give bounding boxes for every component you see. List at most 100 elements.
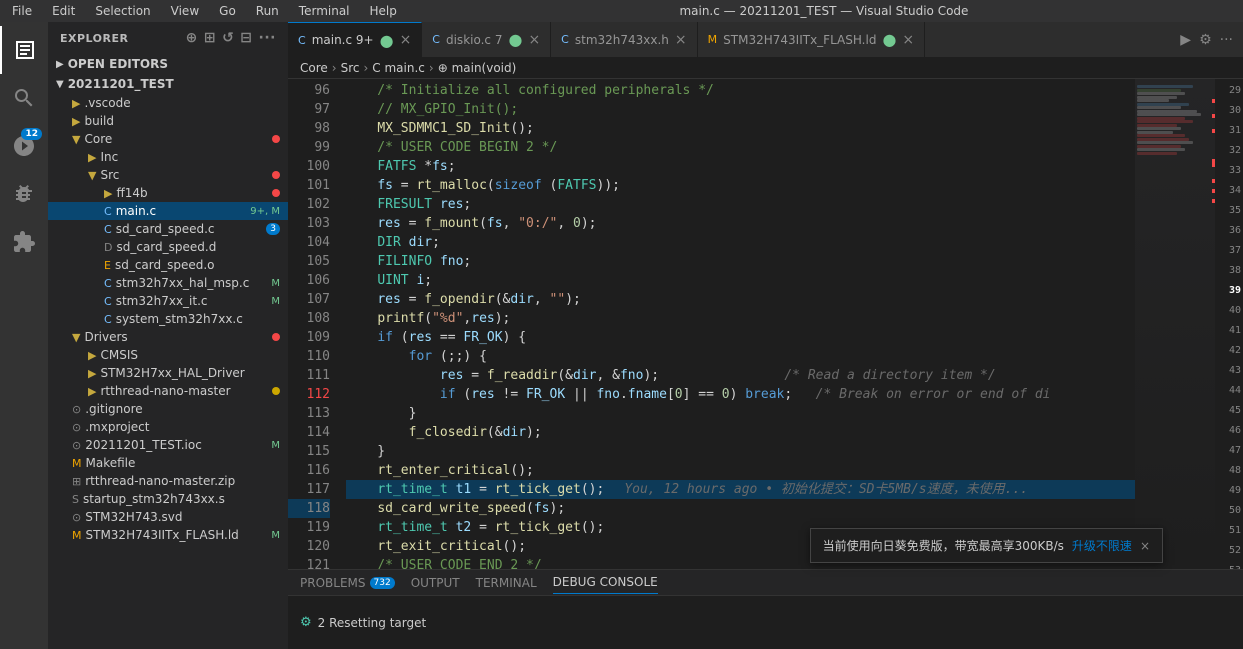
minimap[interactable]: [1135, 79, 1215, 569]
activity-git[interactable]: 12: [0, 122, 48, 170]
sep3: ›: [429, 61, 434, 75]
bottom-panel: PROBLEMS 732 OUTPUT TERMINAL DEBUG CONSO…: [288, 569, 1243, 649]
notification-upgrade[interactable]: 升级不限速: [1072, 537, 1132, 554]
minimap-content: [1135, 79, 1215, 569]
tree-sd-card-speed-o[interactable]: E sd_card_speed.o: [48, 256, 288, 274]
src-dot: [272, 171, 280, 179]
tab-stm32-icon: C: [561, 33, 569, 46]
tab-main-c[interactable]: C main.c 9+ ● ×: [288, 22, 422, 57]
menu-view[interactable]: View: [167, 2, 203, 20]
more-icon[interactable]: ···: [259, 30, 276, 46]
breadcrumb-file[interactable]: C main.c: [372, 61, 425, 75]
sep2: ›: [363, 61, 368, 75]
system-stm32-label: system_stm32h7xx.c: [116, 312, 243, 326]
panel-tab-debug-console[interactable]: DEBUG CONSOLE: [553, 571, 658, 594]
core-label: Core: [84, 132, 112, 146]
rtthread-label: rtthread-nano-master: [100, 384, 230, 398]
tab-flash-label: STM32H743IITx_FLASH.ld: [723, 33, 876, 47]
tree-startup[interactable]: S startup_stm32h743xx.s: [48, 490, 288, 508]
tree-core[interactable]: ▼ Core: [48, 130, 288, 148]
activity-explorer[interactable]: [0, 26, 48, 74]
stm32-it-modified: M: [271, 296, 280, 307]
tab-diskio-close[interactable]: ×: [528, 32, 540, 48]
open-editors-section[interactable]: ▶ OPEN EDITORS: [48, 54, 288, 74]
sd-speed-badge: 3: [266, 223, 280, 235]
tree-ld[interactable]: M STM32H743IITx_FLASH.ld M: [48, 526, 288, 544]
breadcrumb-src[interactable]: Src: [341, 61, 360, 75]
panel-tab-terminal[interactable]: TERMINAL: [476, 572, 537, 594]
panel-tabs: PROBLEMS 732 OUTPUT TERMINAL DEBUG CONSO…: [288, 570, 1243, 596]
tab-diskio-dot: ●: [508, 30, 522, 49]
menu-run[interactable]: Run: [252, 2, 283, 20]
run-icon[interactable]: ▶: [1178, 30, 1193, 50]
src-label: Src: [100, 168, 119, 182]
tab-flash-ld[interactable]: M STM32H743IITx_FLASH.ld ● ×: [698, 22, 925, 57]
tree-src[interactable]: ▼ Src: [48, 166, 288, 184]
activity-search[interactable]: [0, 74, 48, 122]
breadcrumb-symbol[interactable]: ⊕ main(void): [438, 61, 517, 75]
stm32-msp-label: stm32h7xx_hal_msp.c: [116, 276, 250, 290]
right-line-numbers: 29303132 33343536 37383940 41424344 4546…: [1215, 79, 1243, 569]
menu-file[interactable]: File: [8, 2, 36, 20]
inc-label: Inc: [100, 150, 118, 164]
svd-label: STM32H743.svd: [85, 510, 182, 524]
tree-sd-card-speed-c[interactable]: C sd_card_speed.c 3: [48, 220, 288, 238]
tree-build[interactable]: ▶ build: [48, 112, 288, 130]
tree-sd-card-speed-d[interactable]: D sd_card_speed.d: [48, 238, 288, 256]
tab-stm32h743-h[interactable]: C stm32h743xx.h ×: [551, 22, 697, 57]
menu-help[interactable]: Help: [366, 2, 401, 20]
tree-hal-driver[interactable]: ▶ STM32H7xx_HAL_Driver: [48, 364, 288, 382]
sd-speed-o-label: sd_card_speed.o: [115, 258, 215, 272]
debug-icon[interactable]: ⚙: [1197, 30, 1214, 50]
problems-count: 732: [370, 577, 395, 589]
tree-system-stm32[interactable]: C system_stm32h7xx.c: [48, 310, 288, 328]
tree-svd[interactable]: ⊙ STM32H743.svd: [48, 508, 288, 526]
tab-diskio-label: diskio.c 7: [446, 33, 502, 47]
tab-toolbar: ▶ ⚙ ···: [1178, 22, 1243, 57]
more-tabs-icon[interactable]: ···: [1218, 30, 1235, 50]
tree-mxproject[interactable]: ⊙ .mxproject: [48, 418, 288, 436]
rtthread-zip-label: rtthread-nano-master.zip: [85, 474, 235, 488]
tab-main-c-dot: ●: [380, 31, 394, 50]
code-content[interactable]: /* Initialize all configured peripherals…: [338, 79, 1135, 569]
new-folder-icon[interactable]: ⊞: [204, 30, 216, 46]
stm32-msp-modified: M: [271, 278, 280, 289]
menu-selection[interactable]: Selection: [91, 2, 154, 20]
tree-stm32-it[interactable]: C stm32h7xx_it.c M: [48, 292, 288, 310]
drivers-label: Drivers: [84, 330, 127, 344]
tree-rtthread-zip[interactable]: ⊞ rtthread-nano-master.zip: [48, 472, 288, 490]
tree-makefile[interactable]: M Makefile: [48, 454, 288, 472]
tree-ioc[interactable]: ⊙ 20211201_TEST.ioc M: [48, 436, 288, 454]
tab-stm32-close[interactable]: ×: [675, 32, 687, 48]
tab-main-c-icon: C: [298, 34, 306, 47]
breadcrumb-core[interactable]: Core: [300, 61, 328, 75]
collapse-icon[interactable]: ⊟: [240, 30, 252, 46]
ld-modified: M: [271, 530, 280, 541]
tree-inc[interactable]: ▶ Inc: [48, 148, 288, 166]
notification-close[interactable]: ×: [1140, 539, 1150, 553]
main-c-modified: 9+, M: [250, 206, 280, 217]
activity-extensions[interactable]: [0, 218, 48, 266]
project-section[interactable]: ▼ 20211201_TEST: [48, 74, 288, 94]
menu-terminal[interactable]: Terminal: [295, 2, 354, 20]
refresh-icon[interactable]: ↺: [222, 30, 234, 46]
tab-flash-close[interactable]: ×: [902, 32, 914, 48]
tree-vscode[interactable]: ▶ .vscode: [48, 94, 288, 112]
ff14b-label: ff14b: [116, 186, 147, 200]
panel-tab-problems[interactable]: PROBLEMS 732: [300, 572, 395, 594]
tree-main-c[interactable]: C main.c 9+, M: [48, 202, 288, 220]
tree-rtthread[interactable]: ▶ rtthread-nano-master: [48, 382, 288, 400]
panel-tab-output[interactable]: OUTPUT: [411, 572, 460, 594]
new-file-icon[interactable]: ⊕: [186, 30, 198, 46]
menu-edit[interactable]: Edit: [48, 2, 79, 20]
menu-go[interactable]: Go: [215, 2, 240, 20]
tab-diskio-c[interactable]: C diskio.c 7 ● ×: [422, 22, 551, 57]
tree-drivers[interactable]: ▼ Drivers: [48, 328, 288, 346]
tree-stm32-msp[interactable]: C stm32h7xx_hal_msp.c M: [48, 274, 288, 292]
activity-debug[interactable]: [0, 170, 48, 218]
tree-cmsis[interactable]: ▶ CMSIS: [48, 346, 288, 364]
tree-ff14b[interactable]: ▶ ff14b: [48, 184, 288, 202]
tab-main-c-label: main.c 9+: [312, 33, 374, 47]
tab-main-c-close[interactable]: ×: [400, 32, 412, 48]
tree-gitignore[interactable]: ⊙ .gitignore: [48, 400, 288, 418]
